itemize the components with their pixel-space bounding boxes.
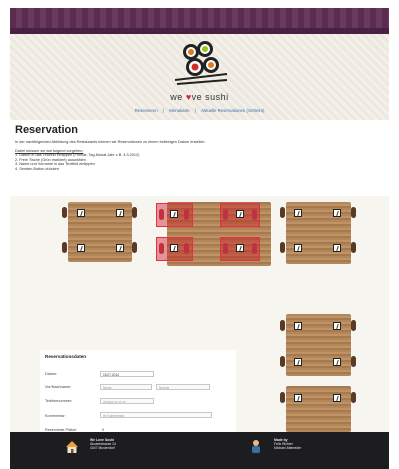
nav-separator: |: [194, 108, 196, 113]
chair-selected: [159, 243, 164, 254]
nav-separator: |: [162, 108, 165, 113]
chair-selected: [223, 243, 228, 254]
chair: [132, 242, 137, 253]
chair: [351, 392, 356, 403]
form-heading: Reservationsdaten: [45, 354, 87, 359]
intro-text: In der nachfolgenden Abbildung des Resta…: [15, 140, 375, 172]
chair-selected: [223, 209, 228, 220]
knife-icon: [297, 323, 300, 330]
chair: [280, 207, 285, 218]
page: we ♥ve sushi Reservieren | Menükarte | A…: [10, 8, 389, 469]
seat: [333, 322, 341, 330]
nav-item-aktuelle-reservationen[interactable]: Aktuelle Reservationen (Geheim): [201, 108, 264, 113]
phone-field[interactable]: xxx/yyy xx xx xx: [100, 398, 154, 404]
chair-selected: [252, 243, 257, 254]
chair: [351, 207, 356, 218]
knife-icon: [336, 323, 339, 330]
nav-item-menuekarte[interactable]: Menükarte: [169, 108, 189, 113]
knife-icon: [80, 210, 83, 217]
knife-icon: [297, 359, 300, 366]
chair: [280, 242, 285, 253]
seat: [236, 210, 244, 218]
brand-text-2: ve sushi: [191, 92, 229, 102]
chair: [132, 207, 137, 218]
footer-city: 4047 Musterdorf: [90, 446, 115, 451]
seat: [333, 394, 341, 402]
header-band: [10, 8, 389, 28]
chair: [280, 356, 285, 367]
last-name-field[interactable]: Nname: [156, 384, 210, 390]
knife-icon: [336, 245, 339, 252]
main-content: Reservation In der nachfolgenden Abbildu…: [10, 120, 389, 462]
chair: [62, 207, 67, 218]
seat: [170, 244, 178, 252]
knife-icon: [239, 245, 242, 252]
chair-selected: [159, 209, 164, 220]
intro-section: Reservation In der nachfolgenden Abbildu…: [10, 120, 389, 196]
knife-icon: [336, 395, 339, 402]
seat: [236, 244, 244, 252]
seat: [170, 210, 178, 218]
nav-item-reservieren[interactable]: Reservieren: [135, 108, 158, 113]
phone-label: Telefonnummer:: [45, 399, 73, 403]
comment-field[interactable]: Ihr Kommentar: [100, 412, 212, 418]
footer: We Love Sushi Akustestrasse 24 4047 Must…: [10, 432, 389, 469]
intro-step: 4. Senden Button drücken: [15, 166, 59, 171]
header: we ♥ve sushi Reservieren | Menükarte | A…: [10, 34, 389, 120]
footer-address: We Love Sushi Akustestrasse 24 4047 Must…: [90, 438, 116, 451]
seat: [294, 358, 302, 366]
seat: [333, 209, 341, 217]
seat: [333, 358, 341, 366]
chair-selected: [184, 209, 189, 220]
knife-icon: [336, 210, 339, 217]
chair: [351, 242, 356, 253]
seat: [294, 394, 302, 402]
person-icon: [252, 440, 260, 453]
first-name-field[interactable]: Name: [100, 384, 152, 390]
chair: [351, 356, 356, 367]
date-field[interactable]: 18.07.2014: [100, 371, 154, 377]
seat: [333, 244, 341, 252]
knife-icon: [297, 210, 300, 217]
seat: [294, 209, 302, 217]
seat: [116, 209, 124, 217]
footer-author: Michael Atteneder: [274, 446, 302, 451]
knife-icon: [173, 211, 176, 218]
knife-icon: [297, 245, 300, 252]
name-label: Vor/Nachname:: [45, 385, 72, 389]
knife-icon: [173, 245, 176, 252]
chair: [62, 242, 67, 253]
date-label: Datum:: [45, 372, 58, 376]
knife-icon: [80, 245, 83, 252]
sushi-logo-icon[interactable]: [167, 40, 231, 90]
main-nav: Reservieren | Menükarte | Aktuelle Reser…: [10, 108, 389, 113]
chair: [351, 320, 356, 331]
seat: [77, 244, 85, 252]
knife-icon: [239, 211, 242, 218]
brand-name: we ♥ve sushi: [10, 92, 389, 102]
house-icon: [66, 441, 78, 453]
seat: [294, 244, 302, 252]
comment-label: Kommentar:: [45, 414, 66, 418]
chair: [280, 392, 285, 403]
knife-icon: [297, 395, 300, 402]
knife-icon: [119, 210, 122, 217]
knife-icon: [119, 245, 122, 252]
knife-icon: [336, 359, 339, 366]
seat: [116, 244, 124, 252]
seat: [77, 209, 85, 217]
page-title: Reservation: [15, 124, 78, 136]
table-5[interactable]: [286, 386, 351, 432]
footer-credits: Made by Felix Richter Michael Atteneder: [274, 438, 301, 451]
chair-selected: [184, 243, 189, 254]
seat: [294, 322, 302, 330]
brand-text-1: we: [170, 92, 186, 102]
chair-selected: [252, 209, 257, 220]
chair: [280, 320, 285, 331]
